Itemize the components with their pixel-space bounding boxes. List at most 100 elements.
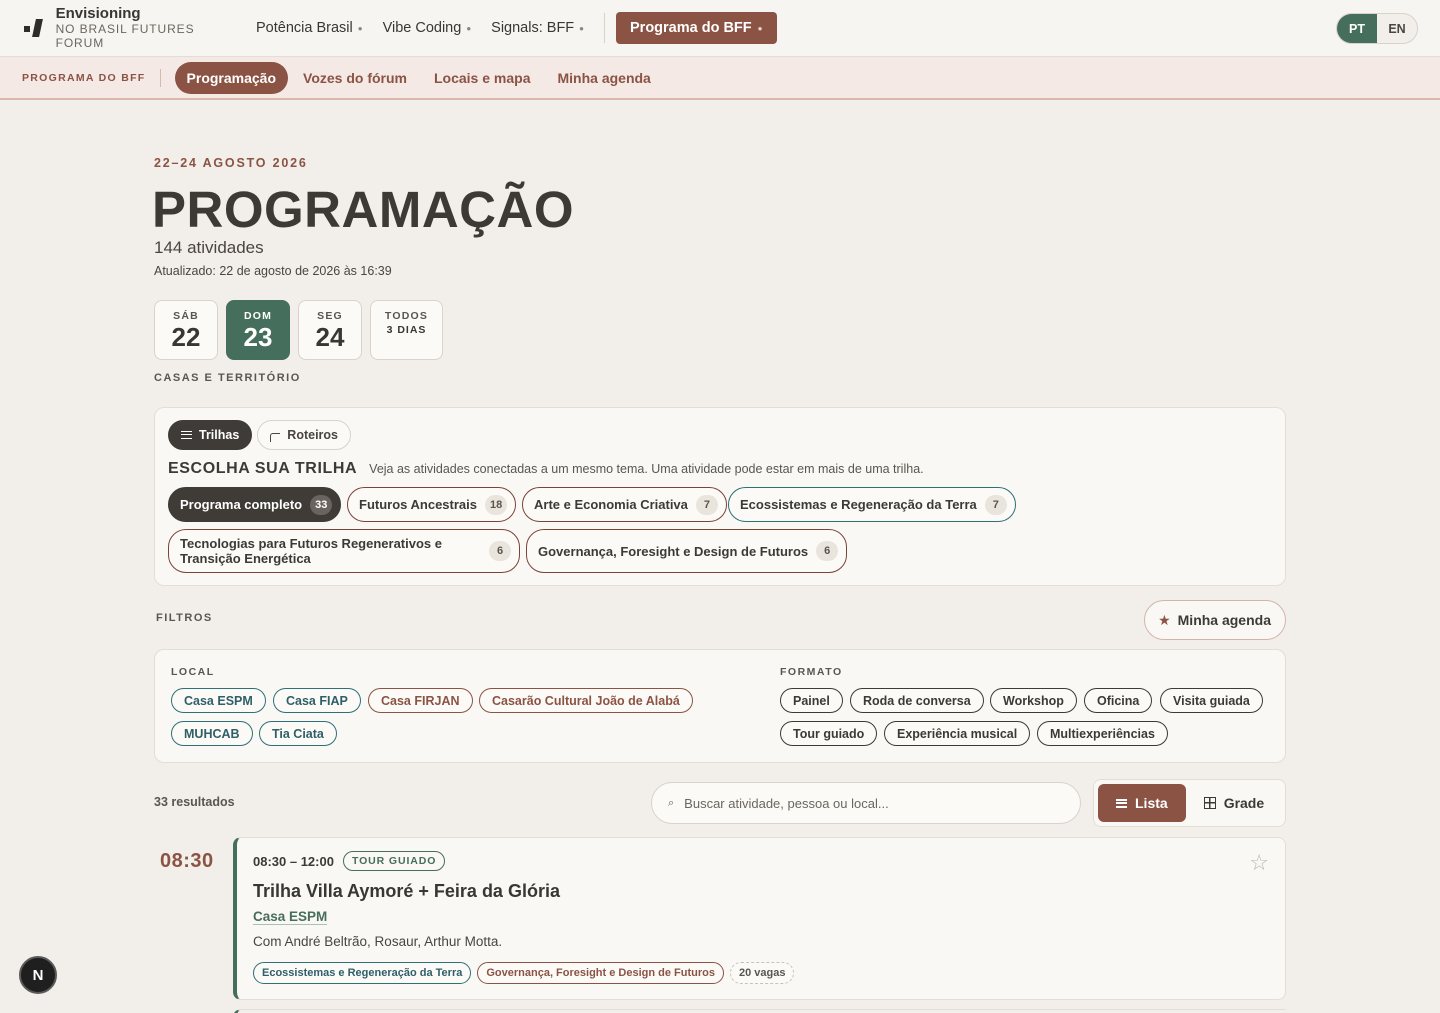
tab-locais-e-mapa[interactable]: Locais e mapa: [434, 70, 531, 86]
top-navbar: Envisioning NO BRASIL FUTURES FORUM Potê…: [0, 0, 1440, 57]
event-card-next: [233, 1009, 1286, 1013]
trail-chip-ecossistemas[interactable]: Ecossistemas e Regeneração da Terra 7: [728, 487, 1016, 522]
filter-casa-espm[interactable]: Casa ESPM: [171, 688, 266, 713]
event-card[interactable]: 08:30 – 12:00 TOUR GUIADO Trilha Villa A…: [233, 837, 1286, 1000]
filter-casarao-cultural[interactable]: Casarão Cultural João de Alabá: [479, 688, 693, 713]
day-number: 3 DIAS: [386, 324, 427, 336]
count-badge: 33: [310, 494, 333, 515]
casas-territorio-label[interactable]: CASAS E TERRITÓRIO: [154, 372, 301, 384]
trail-heading: ESCOLHA SUA TRILHA: [168, 460, 358, 477]
my-agenda-button[interactable]: ★ Minha agenda: [1144, 600, 1286, 640]
day-tab-seg[interactable]: SEG 24: [298, 300, 362, 360]
nav-potencia-brasil[interactable]: Potência Brasil ●: [256, 20, 363, 36]
local-filter-group: LOCAL Casa ESPM Casa FIAP Casa FIRJAN Ca…: [171, 666, 751, 756]
trail-chip-programa-completo[interactable]: Programa completo 33: [168, 487, 342, 522]
favorite-star-icon[interactable]: ☆: [1249, 850, 1269, 876]
filter-multiexperiencias[interactable]: Multiexperiências: [1037, 721, 1168, 746]
trail-chip-governanca[interactable]: Governança, Foresight e Design de Futuro…: [526, 529, 848, 573]
filter-workshop[interactable]: Workshop: [990, 688, 1077, 713]
trail-chip-tecnologias[interactable]: Tecnologias para Futuros Regenerativos e…: [168, 529, 520, 573]
search-icon: ⌕: [668, 796, 675, 809]
logo[interactable]: Envisioning NO BRASIL FUTURES FORUM: [22, 6, 244, 50]
local-filter-label: LOCAL: [171, 666, 215, 678]
day-tabs: SÁB 22 DOM 23 SEG 24 TODOS 3 DIAS: [154, 300, 443, 360]
roteiros-toggle-button[interactable]: Roteiros: [257, 420, 351, 450]
event-title[interactable]: Trilha Villa Aymoré + Feira da Glória: [253, 881, 560, 902]
filter-muhcab[interactable]: MUHCAB: [171, 721, 253, 746]
updated-timestamp: Atualizado: 22 de agosto de 2026 às 16:3…: [154, 264, 392, 278]
search-box: ⌕: [651, 782, 1081, 824]
trail-chip-futuros-ancestrais[interactable]: Futuros Ancestrais 18: [347, 487, 517, 522]
results-count: 33 resultados: [154, 795, 235, 809]
trail-selector-card: Trilhas Roteiros ESCOLHA SUA TRILHA Veja…: [154, 407, 1286, 586]
event-tag-trail[interactable]: Governança, Foresight e Design de Futuro…: [477, 962, 724, 984]
day-number: 24: [315, 322, 345, 352]
filter-card: LOCAL Casa ESPM Casa FIAP Casa FIRJAN Ca…: [154, 649, 1286, 763]
logo-mark-icon: [22, 17, 46, 39]
divider: [159, 68, 161, 87]
count-badge: 6: [816, 541, 839, 561]
count-badge: 18: [485, 494, 508, 515]
sub-navbar: PROGRAMA DO BFF Programação Vozes do fór…: [0, 57, 1440, 100]
filter-oficina[interactable]: Oficina: [1084, 688, 1153, 713]
tab-programacao[interactable]: Programação: [174, 61, 289, 94]
event-location-link[interactable]: Casa ESPM: [253, 909, 328, 925]
count-badge: 6: [489, 541, 511, 561]
star-icon: ★: [1158, 611, 1171, 628]
trail-mode-toggle: Trilhas Roteiros: [168, 420, 351, 450]
format-filter-label: FORMATO: [780, 666, 843, 678]
trilhas-toggle-button[interactable]: Trilhas: [168, 420, 253, 450]
logo-subtitle: NO BRASIL FUTURES FORUM: [55, 22, 195, 50]
event-tag-trail[interactable]: Ecossistemas e Regeneração da Terra: [253, 962, 472, 984]
nav-vibe-coding[interactable]: Vibe Coding ●: [383, 20, 472, 36]
count-badge: 7: [695, 494, 718, 515]
lang-pt-button[interactable]: PT: [1337, 14, 1377, 43]
tab-vozes-do-forum[interactable]: Vozes do fórum: [303, 70, 407, 86]
day-tab-dom[interactable]: DOM 23: [226, 300, 290, 360]
view-grid-button[interactable]: Grade: [1190, 784, 1278, 822]
event-dates: 22–24 AGOSTO 2026: [154, 156, 308, 170]
day-name: SÁB: [173, 310, 199, 322]
day-tab-sab[interactable]: SÁB 22: [154, 300, 218, 360]
logo-title: Envisioning: [55, 5, 141, 22]
filter-tour-guiado[interactable]: Tour guiado: [780, 721, 878, 746]
trail-chip-arte-economia[interactable]: Arte e Economia Criativa 7: [522, 487, 727, 522]
chevron-down-icon: ●: [357, 23, 363, 33]
nav-signals-bff[interactable]: Signals: BFF ●: [491, 20, 584, 36]
nav-programa-bff-button[interactable]: Programa do BFF ●: [616, 12, 777, 44]
filter-tia-ciata[interactable]: Tia Ciata: [259, 721, 337, 746]
day-number: 23: [243, 322, 273, 352]
route-icon: [270, 432, 281, 442]
language-toggle: PT EN: [1336, 13, 1418, 44]
day-name: DOM: [243, 310, 273, 322]
filter-painel[interactable]: Painel: [780, 688, 843, 713]
filter-visita-guiada[interactable]: Visita guiada: [1160, 688, 1263, 713]
view-list-button[interactable]: Lista: [1098, 784, 1186, 822]
event-time-range: 08:30 – 12:00: [253, 853, 334, 869]
chevron-down-icon: ●: [757, 23, 763, 33]
grid-icon: [1203, 797, 1216, 809]
tab-minha-agenda[interactable]: Minha agenda: [557, 70, 650, 86]
filter-roda-de-conversa[interactable]: Roda de conversa: [850, 688, 984, 713]
filters-label: FILTROS: [156, 612, 213, 624]
lang-en-button[interactable]: EN: [1377, 14, 1417, 43]
day-name: SEG: [317, 310, 343, 322]
filter-experiencia-musical[interactable]: Experiência musical: [884, 721, 1031, 746]
chevron-down-icon: ●: [579, 23, 584, 33]
activity-count: 144 atividades: [154, 238, 264, 257]
page-title: PROGRAMAÇÃO: [152, 181, 574, 238]
event-format-badge: TOUR GUIADO: [342, 851, 446, 871]
day-name: TODOS: [384, 310, 429, 322]
event-capacity: 20 vagas: [729, 962, 795, 984]
list-icon: [1116, 798, 1127, 808]
event-people: Com André Beltrão, Rosaur, Arthur Motta.: [253, 934, 503, 949]
search-input[interactable]: [684, 795, 1065, 811]
count-badge: 7: [984, 494, 1007, 515]
day-tab-todos[interactable]: TODOS 3 DIAS: [370, 300, 443, 360]
trail-description: Veja as atividades conectadas a um mesmo…: [369, 462, 924, 476]
filter-casa-firjan[interactable]: Casa FIRJAN: [368, 688, 473, 713]
event-tags: Ecossistemas e Regeneração da Terra Gove…: [253, 962, 795, 984]
view-toggle: Lista Grade: [1093, 779, 1286, 827]
filter-casa-fiap[interactable]: Casa FIAP: [273, 688, 361, 713]
dev-tools-badge[interactable]: N: [19, 956, 57, 994]
